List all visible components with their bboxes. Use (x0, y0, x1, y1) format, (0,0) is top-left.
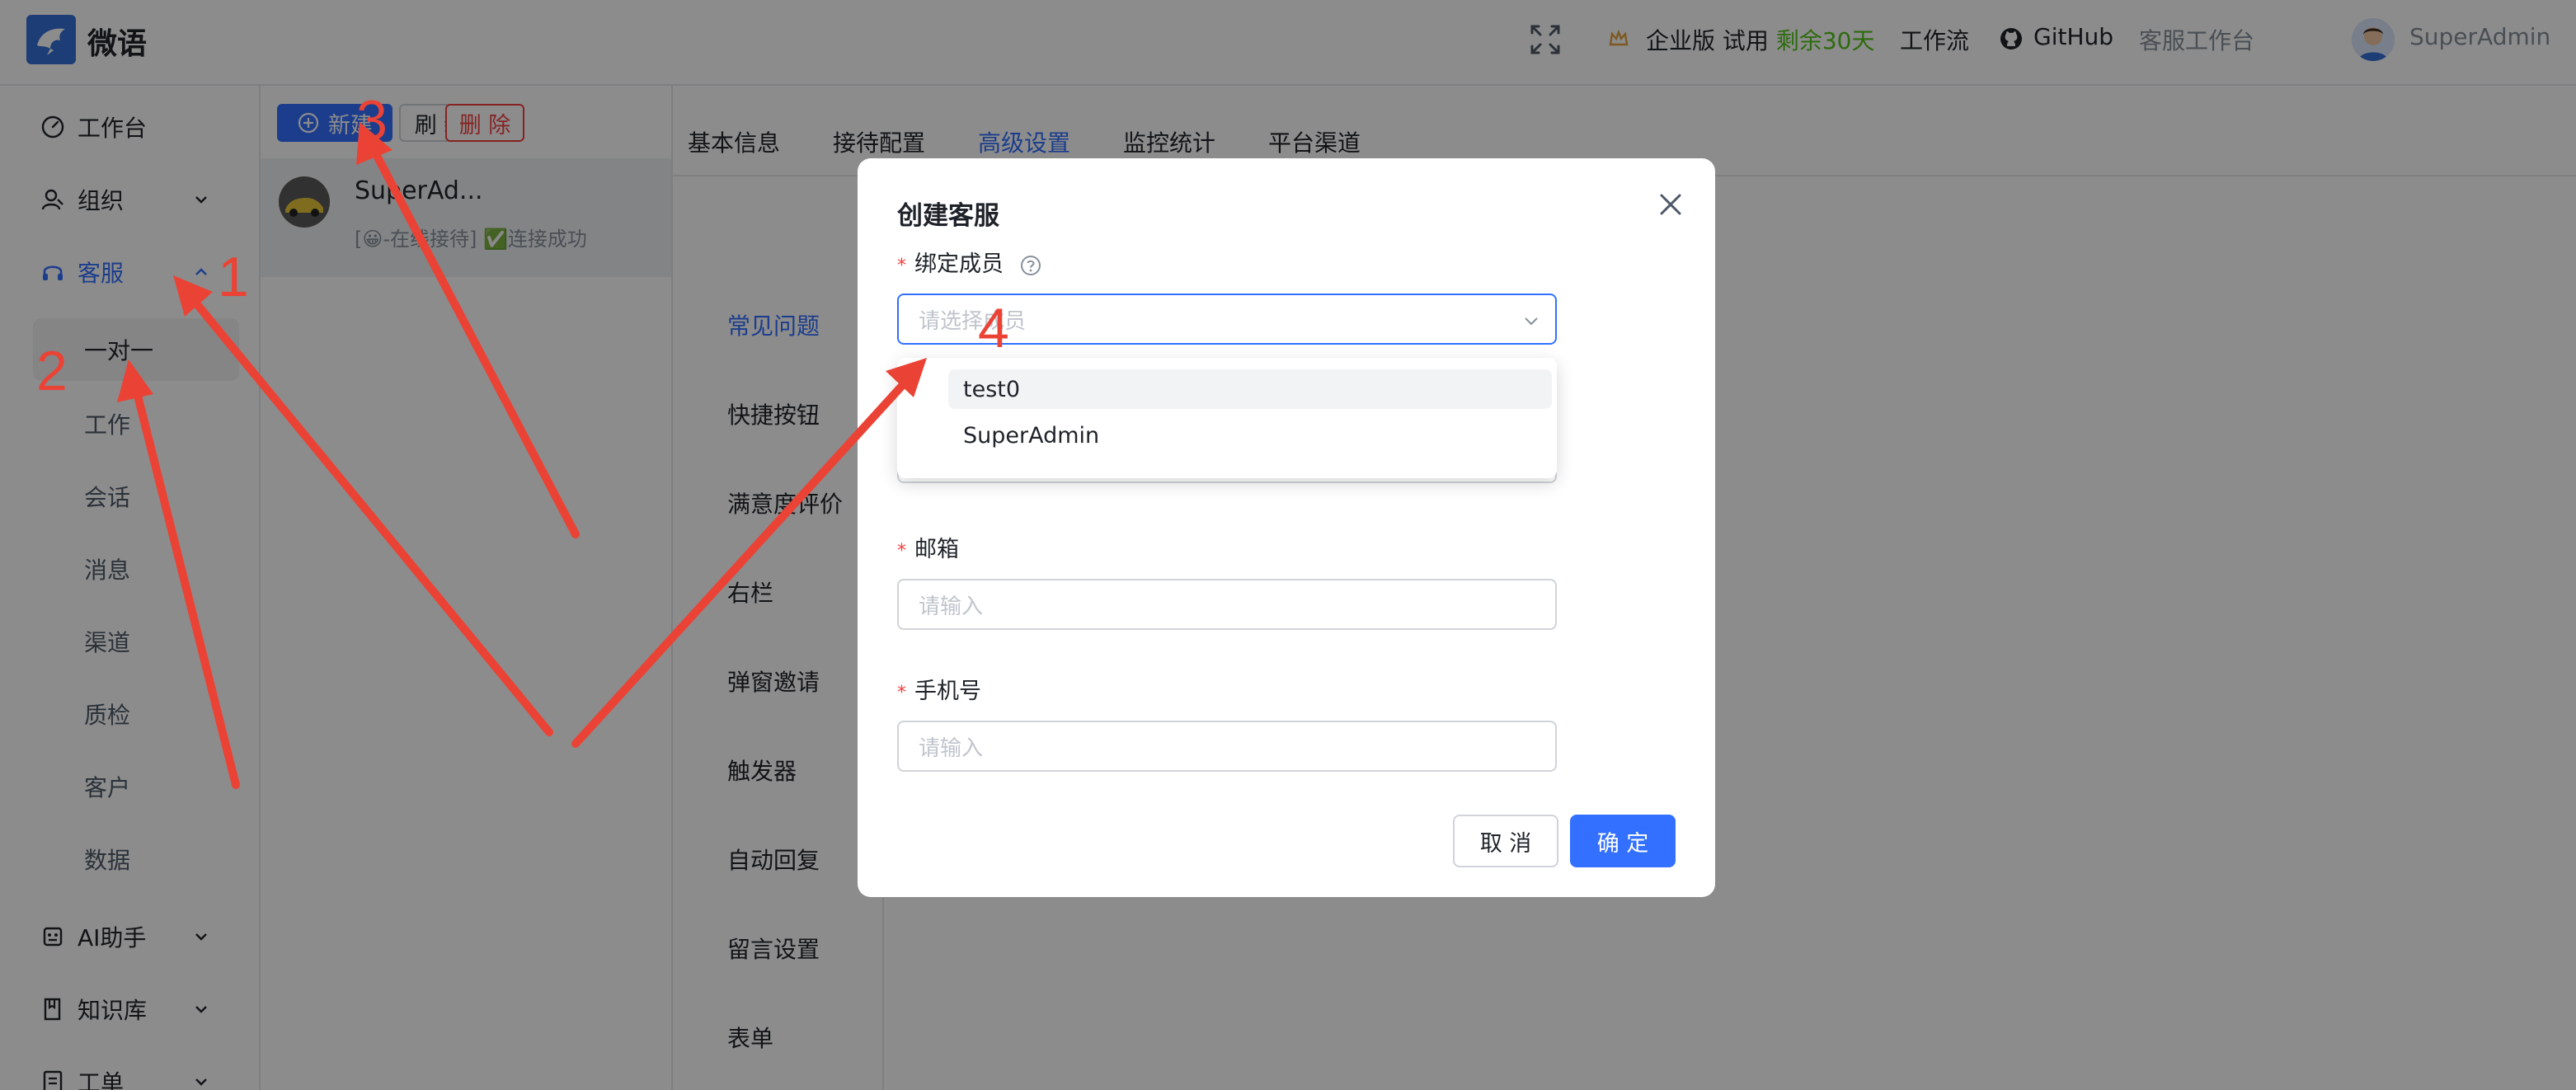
annotation-3: 3 (356, 89, 388, 152)
arrow-to-member-select (571, 365, 921, 748)
annotation-arrows (117, 122, 927, 789)
annotation-4: 4 (978, 297, 1009, 359)
arrow-to-customer-service (177, 281, 553, 736)
arrow-to-new-button (362, 131, 580, 538)
arrow-to-one-to-one (128, 369, 240, 789)
annotation-2: 2 (36, 340, 68, 402)
annotation-1: 1 (218, 246, 249, 308)
